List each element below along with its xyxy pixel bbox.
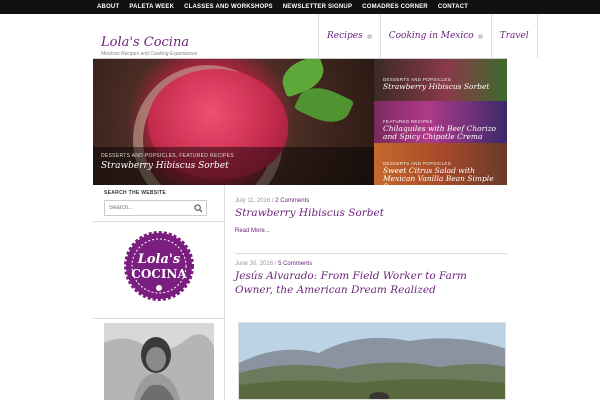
main-nav-cooking-in-mexico[interactable]: Cooking in Mexico — [379, 14, 491, 58]
site-tagline: Mexican Recipes and Cooking Experiences — [101, 51, 198, 57]
post-comments-link[interactable]: 5 Comments — [278, 261, 312, 267]
slide-thumbnail[interactable]: FEATURED RECIPES Chilaquiles with Beef C… — [374, 101, 507, 143]
slide-thumbnail[interactable]: DESSERTS AND POPSICLES Sweet Citrus Sala… — [374, 143, 507, 185]
dropdown-indicator-icon — [477, 33, 483, 39]
slide-title[interactable]: Sweet Citrus Salad with Mexican Vanilla … — [383, 167, 498, 186]
top-nav-contact[interactable]: CONTACT — [438, 0, 468, 14]
post-list: July 11, 2016 / 2 Comments Strawberry Hi… — [235, 185, 507, 400]
slide-title[interactable]: Strawberry Hibiscus Sorbet — [383, 83, 498, 91]
post-date: July 11, 2016 — [235, 198, 271, 204]
main-nav-travel[interactable]: Travel — [490, 14, 538, 58]
featured-category[interactable]: DESSERTS AND POPSICLES, FEATURED RECIPES — [101, 153, 366, 159]
featured-caption: DESSERTS AND POPSICLES, FEATURED RECIPES… — [93, 147, 374, 185]
post-meta: June 30, 2016 / 5 Comments — [235, 261, 313, 267]
top-nav-comadres[interactable]: COMADRES CORNER — [362, 0, 428, 14]
top-nav: ABOUT PALETA WEEK CLASSES AND WORKSHOPS … — [97, 0, 468, 14]
dropdown-indicator-icon — [366, 33, 372, 39]
top-nav-classes[interactable]: CLASSES AND WORKSHOPS — [184, 0, 273, 14]
sidebar: SEARCH THE WEBSITE Lola's COCINA — [93, 185, 225, 400]
slide-title[interactable]: Chilaquiles with Beef Chorizo and Spicy … — [383, 125, 498, 141]
read-more-link[interactable]: Read More... — [235, 228, 270, 234]
post-meta: July 11, 2016 / 2 Comments — [235, 198, 310, 204]
top-nav-paleta-week[interactable]: PALETA WEEK — [129, 0, 174, 14]
main-nav-travel-label: Travel — [499, 31, 529, 41]
mountain-landscape-image — [239, 323, 505, 399]
main-nav: Recipes Cooking in Mexico Travel — [318, 14, 538, 58]
post-divider — [235, 253, 507, 254]
sidebar-divider — [93, 221, 225, 222]
slider-thumbnails: DESSERTS AND POPSICLES Strawberry Hibisc… — [374, 59, 507, 185]
author-photo-image — [104, 323, 214, 400]
main-nav-recipes-label: Recipes — [327, 31, 363, 41]
sidebar-divider — [93, 318, 225, 319]
slide-thumbnail[interactable]: DESSERTS AND POPSICLES Strawberry Hibisc… — [374, 59, 507, 101]
post-title[interactable]: Strawberry Hibiscus Sorbet — [235, 206, 507, 220]
svg-text:COCINA: COCINA — [131, 267, 187, 281]
svg-text:Lola's: Lola's — [137, 252, 181, 267]
top-nav-newsletter[interactable]: NEWSLETTER SIGNUP — [283, 0, 352, 14]
search-label: SEARCH THE WEBSITE — [104, 190, 167, 196]
main-nav-cooking-label: Cooking in Mexico — [388, 31, 474, 41]
post-comments-link[interactable]: 2 Comments — [275, 198, 309, 204]
main-nav-recipes[interactable]: Recipes — [318, 14, 380, 58]
post-image[interactable] — [238, 322, 506, 400]
author-photo[interactable] — [104, 323, 214, 400]
post-title[interactable]: Jesús Alvarado: From Field Worker to Far… — [235, 269, 507, 297]
site-title[interactable]: Lola's Cocina — [101, 35, 189, 50]
search-input[interactable] — [109, 203, 189, 213]
search-icon[interactable] — [194, 204, 203, 213]
featured-slide[interactable]: DESSERTS AND POPSICLES, FEATURED RECIPES… — [93, 59, 374, 185]
lolas-cocina-logo[interactable]: Lola's COCINA — [123, 230, 195, 302]
search-box — [104, 200, 207, 216]
post-date: June 30, 2016 — [235, 261, 274, 267]
featured-title[interactable]: Strawberry Hibiscus Sorbet — [101, 161, 366, 171]
top-nav-about[interactable]: ABOUT — [97, 0, 119, 14]
